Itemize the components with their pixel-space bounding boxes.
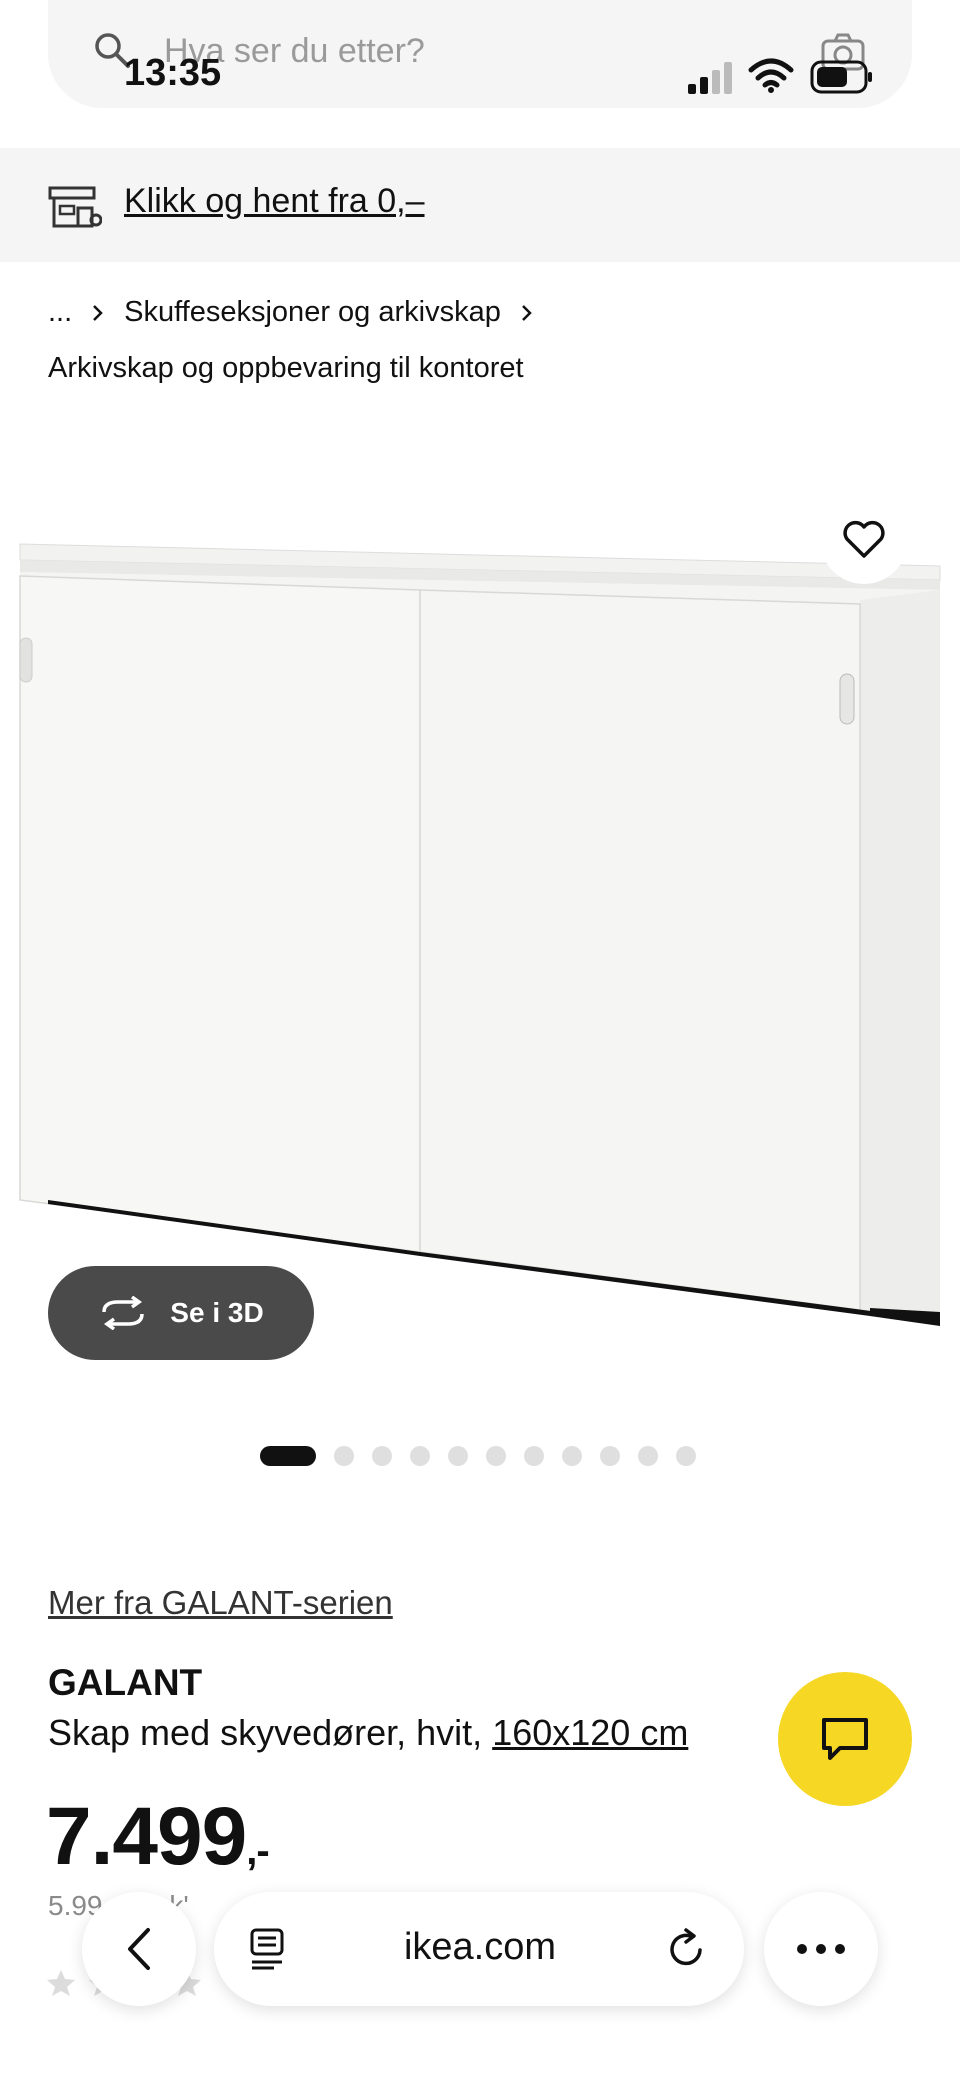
- wifi-icon: [748, 58, 794, 93]
- battery-icon: [810, 60, 872, 94]
- reader-icon[interactable]: [246, 1926, 292, 1972]
- heart-icon: [843, 520, 885, 558]
- carousel-dot[interactable]: [676, 1446, 696, 1466]
- carousel-dot[interactable]: [334, 1446, 354, 1466]
- favorite-button[interactable]: [820, 496, 908, 584]
- more-button[interactable]: [764, 1892, 878, 2006]
- more-icon: [797, 1944, 845, 1954]
- star-icon: [47, 1970, 75, 1996]
- product-description-text: Skap med skyvedører, hvit,: [48, 1712, 483, 1753]
- product-price: 7.499,-: [46, 1790, 270, 1884]
- carousel-dot[interactable]: [524, 1446, 544, 1466]
- breadcrumb: ... Skuffeseksjoner og arkivskap: [48, 296, 535, 329]
- view-3d-label: Se i 3D: [170, 1297, 264, 1328]
- series-link[interactable]: Mer fra GALANT-serien: [48, 1584, 393, 1622]
- carousel-dot[interactable]: [372, 1446, 392, 1466]
- click-collect-link[interactable]: Klikk og hent fra 0,–: [124, 182, 425, 221]
- chevron-right-icon: [93, 304, 103, 321]
- size-link[interactable]: 160x120 cm: [492, 1712, 688, 1753]
- chevron-right-icon: [521, 304, 532, 321]
- view-3d-button[interactable]: Se i 3D: [48, 1266, 314, 1360]
- store-icon: [48, 186, 102, 228]
- chat-button[interactable]: [778, 1672, 912, 1806]
- rotate-3d-icon: [102, 1296, 145, 1330]
- price-value: 7.499: [46, 1791, 247, 1882]
- reload-icon[interactable]: [664, 1926, 710, 1972]
- breadcrumb-item-office-storage[interactable]: Arkivskap og oppbevaring til kontoret: [48, 352, 524, 385]
- carousel-dot[interactable]: [448, 1446, 468, 1466]
- carousel-dot[interactable]: [600, 1446, 620, 1466]
- price-suffix: ,-: [246, 1829, 269, 1873]
- carousel-dot[interactable]: [260, 1446, 316, 1466]
- carousel-dot[interactable]: [638, 1446, 658, 1466]
- carousel-dot[interactable]: [410, 1446, 430, 1466]
- browser-back-button[interactable]: [82, 1892, 196, 2006]
- signal-icon: [688, 62, 732, 94]
- product-description: Skap med skyvedører, hvit, 160x120 cm: [48, 1712, 688, 1754]
- carousel-dot[interactable]: [562, 1446, 582, 1466]
- status-time: 13:35: [124, 52, 222, 94]
- carousel-dots: [260, 1446, 696, 1466]
- breadcrumb-item-drawers[interactable]: Skuffeseksjoner og arkivskap: [124, 296, 501, 329]
- chat-icon: [822, 1718, 868, 1760]
- carousel-dot[interactable]: [486, 1446, 506, 1466]
- breadcrumb-ellipsis[interactable]: ...: [48, 296, 72, 329]
- url-text[interactable]: ikea.com: [300, 1926, 660, 1969]
- product-name: GALANT: [48, 1662, 203, 1703]
- chevron-left-icon: [128, 1928, 150, 1970]
